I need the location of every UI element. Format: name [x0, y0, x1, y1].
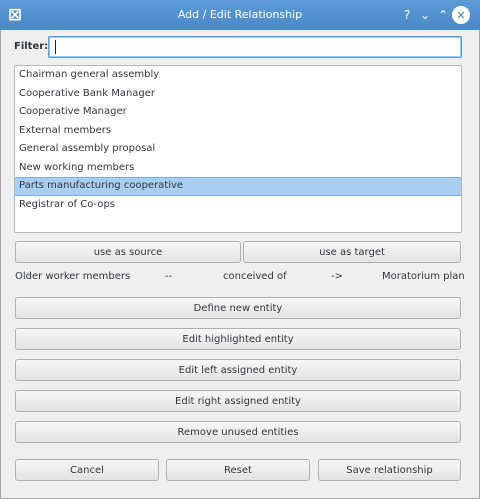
- close-icon[interactable]: ✕: [452, 6, 470, 24]
- relationship-verb: conceived of: [223, 271, 287, 282]
- save-relationship-label: Save relationship: [346, 464, 433, 476]
- define-new-entity-label: Define new entity: [193, 302, 283, 314]
- help-icon[interactable]: ?: [398, 6, 416, 24]
- reset-label: Reset: [224, 464, 252, 476]
- use-as-source-label: use as source: [93, 246, 163, 258]
- relationship-separator: --: [165, 271, 173, 282]
- entity-list-item[interactable]: External members: [15, 122, 461, 141]
- define-new-entity-button[interactable]: Define new entity: [15, 297, 461, 319]
- entity-list-item[interactable]: Registrar of Co-ops: [15, 196, 461, 215]
- entity-list-item[interactable]: Parts manufacturing cooperative: [15, 177, 461, 196]
- use-as-target-button[interactable]: use as target: [243, 241, 461, 263]
- filter-input[interactable]: [48, 36, 462, 58]
- entity-list-item[interactable]: General assembly proposal: [15, 140, 461, 159]
- remove-unused-entities-label: Remove unused entities: [177, 426, 299, 438]
- text-caret: [55, 40, 56, 54]
- relationship-target: Moratorium plan: [382, 271, 465, 282]
- edit-left-entity-button[interactable]: Edit left assigned entity: [15, 359, 461, 381]
- entity-list-item[interactable]: New working members: [15, 159, 461, 178]
- save-relationship-button[interactable]: Save relationship: [318, 459, 461, 481]
- cancel-button[interactable]: Cancel: [15, 459, 159, 481]
- reset-button[interactable]: Reset: [166, 459, 310, 481]
- relationship-arrow: ->: [331, 271, 343, 282]
- use-as-target-label: use as target: [319, 246, 385, 258]
- edit-left-entity-label: Edit left assigned entity: [178, 364, 298, 376]
- edit-right-entity-label: Edit right assigned entity: [175, 395, 301, 407]
- entity-list-item[interactable]: Chairman general assembly: [15, 66, 461, 85]
- entity-list-item[interactable]: Cooperative Bank Manager: [15, 85, 461, 104]
- cancel-label: Cancel: [70, 464, 104, 476]
- title-bar: ⊠ Add / Edit Relationship ? ⌄ ⌃ ✕: [0, 0, 480, 30]
- maximize-icon[interactable]: ⌃: [434, 6, 452, 24]
- edit-right-entity-button[interactable]: Edit right assigned entity: [15, 390, 461, 412]
- minimize-icon[interactable]: ⌄: [416, 6, 434, 24]
- edit-highlighted-entity-label: Edit highlighted entity: [182, 333, 294, 345]
- remove-unused-entities-button[interactable]: Remove unused entities: [15, 421, 461, 443]
- entity-list[interactable]: Chairman general assembly Cooperative Ban…: [14, 65, 462, 233]
- edit-highlighted-entity-button[interactable]: Edit highlighted entity: [15, 328, 461, 350]
- use-as-source-button[interactable]: use as source: [15, 241, 241, 263]
- filter-label: Filter:: [14, 41, 49, 52]
- relationship-source: Older worker members: [15, 271, 131, 282]
- entity-list-item[interactable]: Cooperative Manager: [15, 103, 461, 122]
